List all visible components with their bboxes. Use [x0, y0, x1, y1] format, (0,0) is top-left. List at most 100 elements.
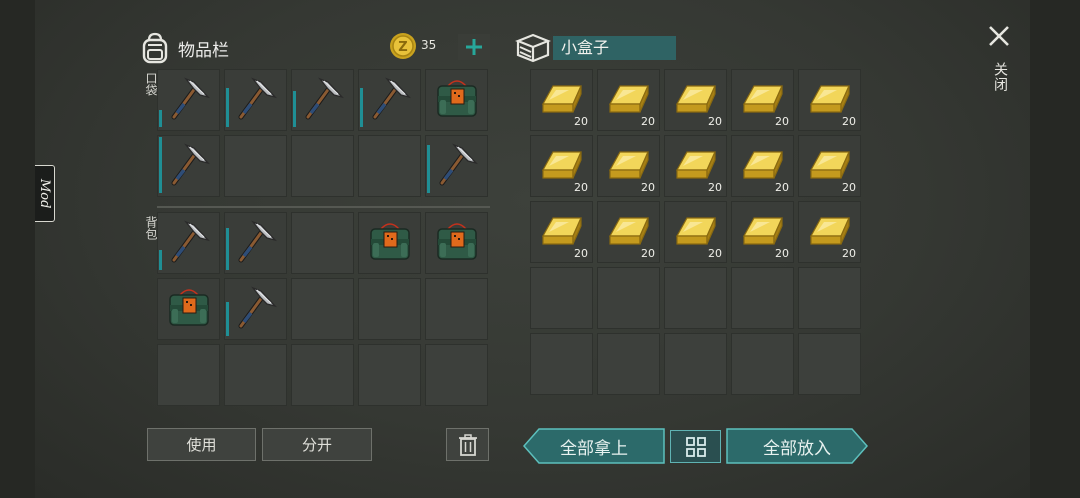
- inventory-slot-empty[interactable]: [358, 278, 421, 340]
- gold-bar-icon: [740, 80, 786, 120]
- inventory-slot-gold-bar[interactable]: 20: [798, 69, 861, 131]
- item-count: 20: [641, 115, 655, 128]
- use-button[interactable]: 使用: [147, 428, 256, 461]
- take-all-button[interactable]: 全部拿上: [523, 428, 665, 464]
- pickaxe-icon: [164, 216, 214, 270]
- inventory-slot-gold-bar[interactable]: 20: [664, 201, 727, 263]
- gold-bar-icon: [740, 146, 786, 186]
- inventory-slot-empty[interactable]: [358, 135, 421, 197]
- put-all-label: 全部放入: [763, 438, 831, 459]
- svg-text:Z: Z: [398, 40, 407, 55]
- inventory-slot-gold-bar[interactable]: 20: [798, 201, 861, 263]
- trash-button[interactable]: [446, 428, 489, 461]
- container-header: [515, 30, 551, 66]
- inventory-slot-empty[interactable]: [798, 333, 861, 395]
- pickaxe-icon: [164, 139, 214, 193]
- item-count: 20: [574, 115, 588, 128]
- inventory-slot-pickaxe[interactable]: [224, 278, 287, 340]
- item-count: 20: [842, 247, 856, 260]
- inventory-slot-pickaxe[interactable]: [157, 212, 220, 274]
- inventory-slot-explosive-pack[interactable]: [157, 278, 220, 340]
- inventory-slot-gold-bar[interactable]: 20: [597, 69, 660, 131]
- inventory-slot-pickaxe[interactable]: [157, 69, 220, 131]
- inventory-slot-empty[interactable]: [425, 344, 488, 406]
- item-count: 20: [708, 247, 722, 260]
- inventory-slot-empty[interactable]: [798, 267, 861, 329]
- screen-edge-left: [0, 0, 35, 498]
- backpack-grid: [157, 212, 488, 406]
- inventory-slot-empty[interactable]: [358, 344, 421, 406]
- item-count: 20: [775, 181, 789, 194]
- inventory-slot-empty[interactable]: [664, 333, 727, 395]
- inventory-slot-pickaxe[interactable]: [425, 135, 488, 197]
- inventory-slot-gold-bar[interactable]: 20: [530, 135, 593, 197]
- box-icon: [515, 33, 551, 63]
- inventory-slot-pickaxe[interactable]: [157, 135, 220, 197]
- inventory-slot-empty[interactable]: [664, 267, 727, 329]
- inventory-slot-empty[interactable]: [291, 344, 354, 406]
- explosive-pack-icon: [166, 285, 212, 333]
- inventory-slot-explosive-pack[interactable]: [358, 212, 421, 274]
- inventory-slot-pickaxe[interactable]: [358, 69, 421, 131]
- backpack-icon: [142, 32, 168, 64]
- inventory-slot-empty[interactable]: [731, 267, 794, 329]
- explosive-pack-icon: [367, 219, 413, 267]
- add-currency-button[interactable]: [458, 34, 490, 60]
- inventory-slot-explosive-pack[interactable]: [425, 212, 488, 274]
- inventory-slot-empty[interactable]: [530, 267, 593, 329]
- inventory-slot-gold-bar[interactable]: 20: [731, 69, 794, 131]
- gold-bar-icon: [807, 212, 853, 252]
- durability-bar: [226, 88, 229, 127]
- durability-bar: [226, 228, 229, 270]
- item-count: 20: [775, 115, 789, 128]
- inventory-slot-empty[interactable]: [291, 278, 354, 340]
- gold-bar-icon: [807, 146, 853, 186]
- close-icon[interactable]: [985, 22, 1013, 50]
- item-count: 20: [708, 115, 722, 128]
- pickaxe-icon: [432, 139, 482, 193]
- pickaxe-icon: [365, 73, 415, 127]
- inventory-slot-gold-bar[interactable]: 20: [664, 135, 727, 197]
- inventory-slot-empty[interactable]: [224, 135, 287, 197]
- inventory-slot-empty[interactable]: [291, 135, 354, 197]
- inventory-slot-empty[interactable]: [224, 344, 287, 406]
- durability-bar: [159, 110, 162, 127]
- inventory-slot-empty[interactable]: [597, 267, 660, 329]
- explosive-pack-icon: [434, 219, 480, 267]
- gold-bar-icon: [606, 212, 652, 252]
- inventory-slot-empty[interactable]: [530, 333, 593, 395]
- mod-menu-tab[interactable]: Mod: [35, 165, 55, 222]
- inventory-slot-gold-bar[interactable]: 20: [530, 201, 593, 263]
- inventory-slot-gold-bar[interactable]: 20: [798, 135, 861, 197]
- inventory-slot-gold-bar[interactable]: 20: [597, 135, 660, 197]
- container-name-field[interactable]: 小盒子: [553, 36, 676, 60]
- inventory-header: 物品栏: [140, 30, 229, 66]
- pickaxe-icon: [231, 216, 281, 270]
- sort-button[interactable]: [670, 430, 721, 463]
- inventory-slot-empty[interactable]: [425, 278, 488, 340]
- split-button[interactable]: 分开: [262, 428, 372, 461]
- inventory-slot-empty[interactable]: [291, 212, 354, 274]
- mod-label: Mod: [37, 178, 52, 209]
- inventory-slot-pickaxe[interactable]: [291, 69, 354, 131]
- inventory-slot-gold-bar[interactable]: 20: [731, 135, 794, 197]
- put-all-button[interactable]: 全部放入: [726, 428, 868, 464]
- plus-icon: [466, 39, 482, 55]
- inventory-slot-pickaxe[interactable]: [224, 212, 287, 274]
- durability-bar: [159, 137, 162, 193]
- pickaxe-icon: [231, 282, 281, 336]
- inventory-slot-gold-bar[interactable]: 20: [664, 69, 727, 131]
- inventory-slot-gold-bar[interactable]: 20: [530, 69, 593, 131]
- inventory-slot-empty[interactable]: [157, 344, 220, 406]
- inventory-slot-empty[interactable]: [731, 333, 794, 395]
- inventory-slot-empty[interactable]: [597, 333, 660, 395]
- item-count: 20: [775, 247, 789, 260]
- inventory-slot-gold-bar[interactable]: 20: [597, 201, 660, 263]
- inventory-slot-explosive-pack[interactable]: [425, 69, 488, 131]
- inventory-slot-gold-bar[interactable]: 20: [731, 201, 794, 263]
- gold-bar-icon: [673, 146, 719, 186]
- trash-icon: [458, 433, 477, 456]
- grid-sort-icon: [685, 436, 706, 457]
- close-label[interactable]: 关闭: [990, 62, 1010, 92]
- inventory-slot-pickaxe[interactable]: [224, 69, 287, 131]
